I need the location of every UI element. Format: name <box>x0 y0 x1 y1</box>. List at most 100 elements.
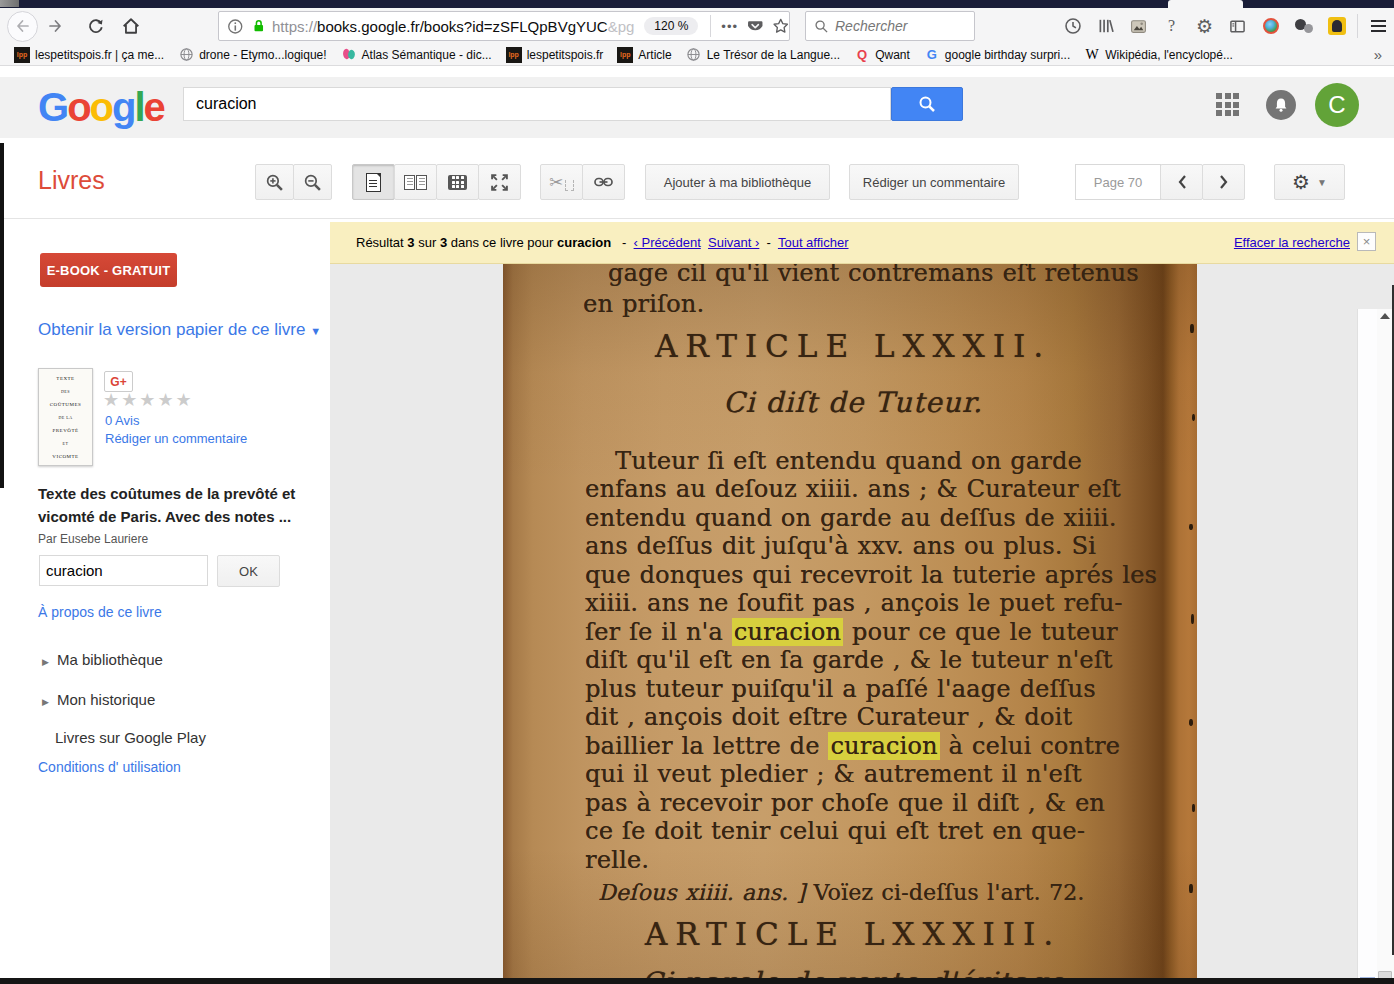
sidebar-icon <box>1229 18 1246 35</box>
back-button[interactable] <box>7 11 38 42</box>
google-books-page: Google C Livres <box>0 66 1394 978</box>
bookmark-item[interactable]: lpplespetitspois.fr | ça me... <box>14 47 164 63</box>
book-viewer: Résultat 3 sur 3 dans ce livre pour cura… <box>330 219 1394 978</box>
scroll-up-arrow[interactable] <box>1380 313 1390 319</box>
next-result-link[interactable]: Suivant › <box>708 235 759 250</box>
url-text: https://books.google.fr/books?id=zSFLQpB… <box>272 18 634 35</box>
taskbar-edge <box>0 978 1394 984</box>
bookmark-item[interactable]: lppArticle <box>617 47 671 63</box>
rating-stars[interactable]: ★★★★★ <box>103 389 194 411</box>
reviews-link[interactable]: 0 Avis <box>105 413 139 428</box>
zoom-out-icon <box>303 173 322 192</box>
bookmark-item[interactable]: lpplespetitspois.fr <box>506 47 604 63</box>
notifications-button[interactable] <box>1266 90 1296 120</box>
zoom-level-badge[interactable]: 120 % <box>644 17 698 35</box>
clip-button[interactable]: ✂ <box>540 164 583 200</box>
clear-search: Effacer la recherche <box>1234 235 1350 250</box>
browser-search-bar[interactable]: Rechercher <box>805 11 975 41</box>
scanned-page[interactable]: gage cil qu'il vient contremans eſt rete… <box>503 264 1197 978</box>
bookmark-item[interactable]: Ggoogle birthday surpri... <box>924 47 1070 63</box>
home-icon <box>122 17 140 35</box>
thumbnail-grid-icon <box>448 175 467 190</box>
spheres-extension-button[interactable] <box>1287 11 1320 41</box>
spheres-icon <box>1295 18 1313 34</box>
triangle-right-icon: ▶ <box>42 697 49 707</box>
forward-icon <box>47 18 63 34</box>
bookmark-item[interactable]: WWikipédia, l'encyclopé... <box>1084 47 1233 63</box>
active-tab[interactable] <box>1168 0 1243 8</box>
close-button[interactable]: × <box>1357 232 1376 251</box>
show-all-link[interactable]: Tout afficher <box>778 235 849 250</box>
search-placeholder: Rechercher <box>835 18 907 34</box>
screenshot-extension-button[interactable] <box>1122 11 1155 41</box>
terms-link[interactable]: Conditions d' utilisation <box>38 759 181 775</box>
scissors-icon: ✂ <box>549 172 563 193</box>
write-review-link[interactable]: Rédiger un commentaire <box>105 431 247 446</box>
page-number-input[interactable] <box>1075 164 1161 200</box>
google-play-books-link[interactable]: Livres sur Google Play <box>55 729 206 746</box>
reload-button[interactable] <box>80 11 110 41</box>
bookmark-item[interactable]: QQwant <box>854 47 910 63</box>
fullscreen-button[interactable] <box>478 164 521 200</box>
previous-page-button[interactable] <box>1160 164 1203 200</box>
divider <box>710 15 711 37</box>
page-actions-icon[interactable]: ••• <box>721 19 738 34</box>
bookmark-item[interactable]: drone - Etymo...logique! <box>178 47 326 63</box>
zoom-out-button[interactable] <box>293 164 332 200</box>
pocket-icon[interactable] <box>747 18 764 35</box>
my-library-item[interactable]: ▶Ma bibliothèque <box>42 651 163 668</box>
settings-extension-button[interactable]: ⚙ <box>1188 11 1221 41</box>
zoom-in-button[interactable] <box>255 164 294 200</box>
header-search-button[interactable] <box>891 87 963 121</box>
forward-button[interactable] <box>40 11 70 41</box>
url-bar[interactable]: https://books.google.fr/books?id=zSFLQpB… <box>218 11 790 41</box>
triangle-right-icon: ▶ <box>42 657 49 667</box>
search-highlight: curacion <box>828 732 939 760</box>
wikipedia-favicon: W <box>1084 47 1100 63</box>
favicon: lpp <box>617 47 633 63</box>
search-icon <box>917 94 937 114</box>
settings-button[interactable]: ⚙▼ <box>1274 164 1345 200</box>
in-book-search-input[interactable] <box>39 555 208 586</box>
write-review-button[interactable]: Rédiger un commentaire <box>849 164 1019 200</box>
bookmark-star-icon[interactable] <box>772 17 789 35</box>
bookmarks-bar: lpplespetitspois.fr | ça me... drone - E… <box>0 44 1394 66</box>
search-ok-button[interactable]: OK <box>217 555 280 587</box>
my-history-item[interactable]: ▶Mon historique <box>42 691 155 708</box>
google-apps-button[interactable] <box>1216 93 1239 116</box>
clear-search-link[interactable]: Effacer la recherche <box>1234 235 1350 250</box>
get-print-version-link[interactable]: Obtenir la version papier de ce livre ▼ <box>38 320 321 340</box>
link-icon <box>594 175 613 189</box>
chevron-left-icon <box>1176 173 1188 191</box>
history-button[interactable] <box>1056 11 1089 41</box>
thumbnail-view-button[interactable] <box>436 164 479 200</box>
previous-result-link[interactable]: ‹ Précédent <box>634 235 701 250</box>
book-cover-thumbnail[interactable]: TEXTE DES COÛTUMES DE LA PREVÔTÉ ET VICO… <box>38 368 93 466</box>
next-page-button[interactable] <box>1202 164 1245 200</box>
account-avatar[interactable]: C <box>1315 83 1359 127</box>
help-button[interactable]: ? <box>1155 11 1188 41</box>
sidebar: E-BOOK - GRATUIT Obtenir la version papi… <box>0 219 330 978</box>
bookmark-item[interactable]: Le Trésor de la Langue... <box>686 47 840 63</box>
google-logo[interactable]: Google <box>38 85 164 130</box>
library-button[interactable] <box>1089 11 1122 41</box>
single-page-view-button[interactable] <box>352 164 395 200</box>
privacy-badger-button[interactable] <box>1320 11 1353 41</box>
caret-down-icon: ▼ <box>1317 177 1327 188</box>
search-marker-strip <box>1357 309 1377 984</box>
header-search-input[interactable] <box>183 87 891 121</box>
bookmark-item[interactable]: Atlas Sémantique - dic... <box>341 47 492 63</box>
link-button[interactable] <box>582 164 625 200</box>
home-button[interactable] <box>116 11 146 41</box>
sidebar-toggle-button[interactable] <box>1221 11 1254 41</box>
bookmarks-overflow-button[interactable]: » <box>1374 46 1382 63</box>
menu-button[interactable] <box>1362 11 1394 41</box>
toolbar-icons: ? ⚙ <box>1056 11 1394 41</box>
screen: https://books.google.fr/books?id=zSFLQpB… <box>0 0 1394 984</box>
add-to-library-button[interactable]: Ajouter à ma bibliothèque <box>645 164 830 200</box>
about-book-link[interactable]: À propos de ce livre <box>38 604 162 620</box>
two-page-view-button[interactable] <box>394 164 437 200</box>
ebook-free-button[interactable]: E-BOOK - GRATUIT <box>40 253 177 287</box>
clock-icon <box>1064 17 1082 35</box>
globe-extension-button[interactable] <box>1254 11 1287 41</box>
